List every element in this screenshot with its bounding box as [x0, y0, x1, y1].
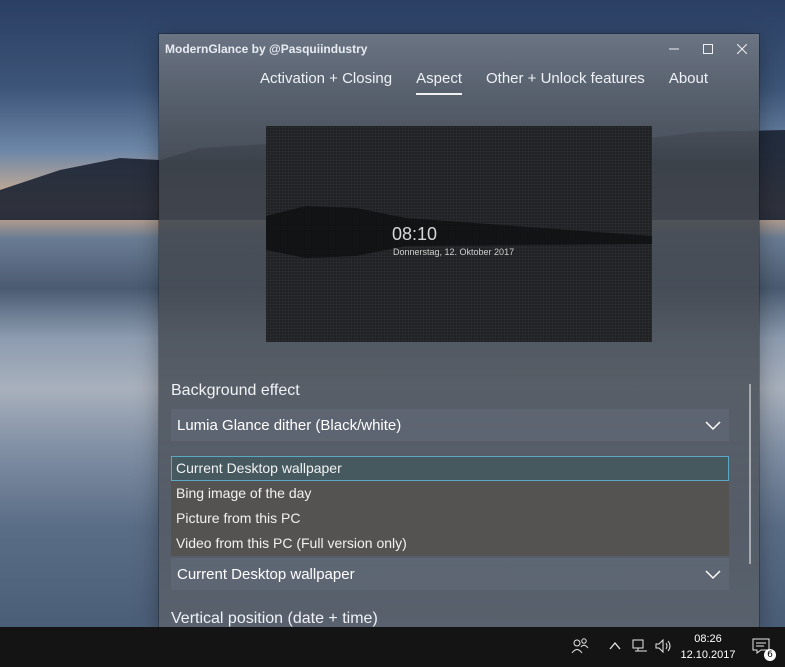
dropdown-option-current-wallpaper[interactable]: Current Desktop wallpaper [171, 456, 729, 481]
app-window: ModernGlance by @Pasquiindustry Activati… [159, 34, 759, 627]
close-icon [737, 44, 747, 54]
caption-buttons [657, 34, 759, 64]
vertical-position-label: Vertical position (date + time) [171, 610, 378, 627]
minimize-button[interactable] [657, 34, 691, 64]
maximize-button[interactable] [691, 34, 725, 64]
background-effect-combobox[interactable]: Lumia Glance dither (Black/white) [171, 409, 729, 441]
people-icon[interactable] [571, 637, 589, 655]
dropdown-option-video-pc[interactable]: Video from this PC (Full version only) [171, 531, 729, 556]
tab-activation-closing[interactable]: Activation + Closing [248, 64, 404, 95]
background-source-dropdown-list: Current Desktop wallpaper Bing image of … [171, 456, 729, 556]
background-effect-value: Lumia Glance dither (Black/white) [177, 416, 402, 434]
notification-count-badge: 6 [764, 649, 776, 661]
taskbar: 08:26 12.10.2017 6 [0, 627, 785, 667]
maximize-icon [703, 44, 713, 54]
preview-landscape [266, 206, 652, 258]
app-title: ModernGlance by @Pasquiindustry [165, 42, 368, 56]
tab-other-unlock[interactable]: Other + Unlock features [474, 64, 657, 95]
chevron-down-icon [705, 570, 721, 580]
tab-bar: Activation + Closing Aspect Other + Unlo… [159, 64, 759, 102]
preview-date: Donnerstag, 12. Oktober 2017 [393, 247, 515, 257]
dropdown-option-bing-image[interactable]: Bing image of the day [171, 481, 729, 506]
volume-icon[interactable] [655, 639, 673, 653]
background-effect-label: Background effect [171, 382, 300, 399]
title-bar[interactable]: ModernGlance by @Pasquiindustry [159, 34, 759, 64]
clock-date: 12.10.2017 [680, 649, 736, 661]
chevron-down-icon [705, 421, 721, 431]
tab-about[interactable]: About [657, 64, 720, 95]
scrollbar[interactable] [749, 384, 751, 564]
background-source-combobox[interactable]: Current Desktop wallpaper [171, 558, 729, 590]
background-source-value: Current Desktop wallpaper [177, 565, 355, 583]
clock-time: 08:26 [694, 633, 722, 645]
chevron-up-icon[interactable] [609, 641, 621, 651]
tab-aspect[interactable]: Aspect [404, 64, 474, 95]
close-button[interactable] [725, 34, 759, 64]
glance-preview: 08:10 Donnerstag, 12. Oktober 2017 [266, 126, 652, 342]
minimize-icon [669, 48, 679, 50]
taskbar-clock[interactable]: 08:26 12.10.2017 [678, 631, 738, 663]
dropdown-option-picture-pc[interactable]: Picture from this PC [171, 506, 729, 531]
preview-time: 08:10 [392, 224, 438, 244]
network-icon[interactable] [632, 639, 648, 653]
